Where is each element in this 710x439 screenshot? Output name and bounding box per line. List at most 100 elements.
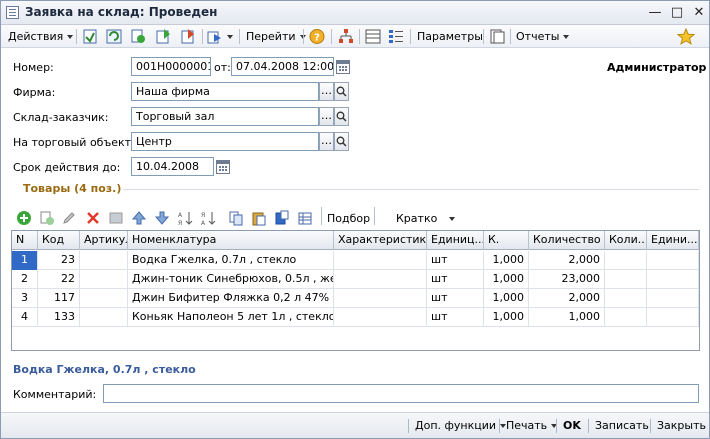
trade-object-select-button[interactable]: … [319, 132, 334, 151]
characteristic-cell[interactable] [334, 270, 427, 289]
code-cell[interactable]: 23 [38, 251, 80, 270]
pick-button[interactable]: Подбор [327, 212, 370, 225]
column-header-unit[interactable]: Единиц... [427, 231, 484, 250]
row-number-cell[interactable]: 2 [12, 270, 38, 289]
row-number-cell[interactable]: 3 [12, 289, 38, 308]
input-based-menu[interactable] [207, 28, 233, 45]
column-header-nomenclature[interactable]: Номенклатура [128, 231, 334, 250]
firm-open-button[interactable] [334, 82, 349, 101]
quantity-cell[interactable]: 2,000 [529, 251, 605, 270]
quantity2-cell[interactable] [605, 270, 647, 289]
column-header-n[interactable]: N [12, 231, 38, 250]
reports-menu[interactable]: Отчеты [516, 28, 570, 45]
unit-cell[interactable]: шт [427, 251, 484, 270]
movements-icon[interactable] [364, 28, 382, 45]
article-cell[interactable] [80, 289, 128, 308]
maximize-button[interactable]: □ [669, 5, 685, 20]
quantity-cell[interactable]: 2,000 [529, 289, 605, 308]
structure-subordination-icon[interactable] [488, 28, 506, 45]
column-header-article[interactable]: Артикул [80, 231, 128, 250]
unit-cell[interactable]: шт [427, 308, 484, 327]
k-cell[interactable]: 1,000 [484, 251, 529, 270]
help-icon[interactable]: ? [308, 28, 326, 45]
firm-select-button[interactable]: … [319, 82, 334, 101]
table-row[interactable]: 4 133 Коньяк Наполеон 5 лет 1л , стекло … [12, 308, 699, 327]
view-mode-dropdown[interactable]: Кратко [396, 212, 456, 225]
column-header-k[interactable]: К. [484, 231, 529, 250]
article-cell[interactable] [80, 270, 128, 289]
warehouse-field[interactable]: Торговый зал [131, 107, 319, 126]
trade-object-open-button[interactable] [334, 132, 349, 151]
nomenclature-cell[interactable]: Водка Гжелка, 0.7л , стекло [128, 251, 334, 270]
paste-icon[interactable] [251, 210, 267, 226]
k-cell[interactable]: 1,000 [484, 270, 529, 289]
quantity-cell[interactable]: 1,000 [529, 308, 605, 327]
code-cell[interactable]: 22 [38, 270, 80, 289]
calendar-icon[interactable] [336, 60, 350, 74]
unpost-document-icon[interactable] [179, 28, 197, 45]
quantity2-cell[interactable] [605, 289, 647, 308]
copy-document-icon[interactable] [129, 28, 147, 45]
table-row[interactable]: 3 117 Джин Бифитер Фляжка 0,2 л 47% шт 1… [12, 289, 699, 308]
edit-row-icon[interactable] [61, 210, 77, 226]
goto-menu[interactable]: Перейти [246, 28, 306, 45]
sort-ascending-icon[interactable]: AЯ [177, 210, 193, 226]
unit2-cell[interactable] [647, 308, 699, 327]
characteristic-cell[interactable] [334, 251, 427, 270]
fill-icon[interactable] [274, 210, 290, 226]
move-down-icon[interactable] [154, 210, 170, 226]
copy-row-icon[interactable] [39, 210, 55, 226]
k-cell[interactable]: 1,000 [484, 308, 529, 327]
column-header-unit2[interactable]: Едини... [647, 231, 699, 250]
quantity-cell[interactable]: 23,000 [529, 270, 605, 289]
row-number-cell[interactable]: 1 [12, 251, 38, 270]
parameters-button[interactable]: Параметры [417, 28, 483, 45]
sort-descending-icon[interactable]: ЯA [200, 210, 216, 226]
delete-row-icon[interactable] [85, 210, 101, 226]
date-field[interactable]: 07.04.2008 12:00:00 [231, 57, 334, 76]
quantity2-cell[interactable] [605, 308, 647, 327]
validity-date-field[interactable]: 10.04.2008 [131, 157, 214, 176]
comment-field[interactable] [103, 384, 699, 403]
characteristic-cell[interactable] [334, 289, 427, 308]
column-header-quantity[interactable]: Количество [529, 231, 605, 250]
actions-menu[interactable]: Действия [8, 28, 74, 45]
extra-functions-menu[interactable]: Доп. функции [415, 418, 507, 434]
refresh-icon[interactable] [105, 28, 123, 45]
print-menu[interactable]: Печать [506, 418, 558, 434]
warehouse-open-button[interactable] [334, 107, 349, 126]
code-cell[interactable]: 117 [38, 289, 80, 308]
structure-icon[interactable] [337, 28, 355, 45]
warehouse-select-button[interactable]: … [319, 107, 334, 126]
row-number-cell[interactable]: 4 [12, 308, 38, 327]
article-cell[interactable] [80, 251, 128, 270]
copy-icon[interactable] [228, 210, 244, 226]
close-window-button[interactable]: ✕ [691, 5, 707, 20]
quantity2-cell[interactable] [605, 251, 647, 270]
calendar-icon[interactable] [216, 160, 230, 174]
table-row[interactable]: 2 22 Джин-тоник Синебрюхов, 0.5л , жесть… [12, 270, 699, 289]
close-button[interactable]: Закрыть [657, 418, 706, 434]
post-document-icon[interactable] [154, 28, 172, 45]
end-edit-icon[interactable] [108, 210, 124, 226]
nomenclature-cell[interactable]: Джин-тоник Синебрюхов, 0.5л , жесть [128, 270, 334, 289]
fill-table-icon[interactable] [297, 210, 313, 226]
move-up-icon[interactable] [131, 210, 147, 226]
ok-button[interactable]: OK [563, 418, 581, 434]
nomenclature-cell[interactable]: Джин Бифитер Фляжка 0,2 л 47% [128, 289, 334, 308]
save-button[interactable]: Записать [595, 418, 649, 434]
unit-cell[interactable]: шт [427, 289, 484, 308]
code-cell[interactable]: 133 [38, 308, 80, 327]
unit-cell[interactable]: шт [427, 270, 484, 289]
minimize-button[interactable]: — [647, 5, 663, 20]
table-row[interactable]: 1 23 Водка Гжелка, 0.7л , стекло шт 1,00… [12, 251, 699, 270]
column-header-code[interactable]: Код [38, 231, 80, 250]
settings-list-icon[interactable] [387, 28, 405, 45]
unit2-cell[interactable] [647, 289, 699, 308]
unit2-cell[interactable] [647, 270, 699, 289]
number-field[interactable]: 001Н0000001 [131, 57, 211, 76]
column-header-quantity2[interactable]: Коли... [605, 231, 647, 250]
nomenclature-cell[interactable]: Коньяк Наполеон 5 лет 1л , стекло [128, 308, 334, 327]
save-document-icon[interactable] [81, 28, 99, 45]
column-header-characteristic[interactable]: Характеристика [334, 231, 427, 250]
